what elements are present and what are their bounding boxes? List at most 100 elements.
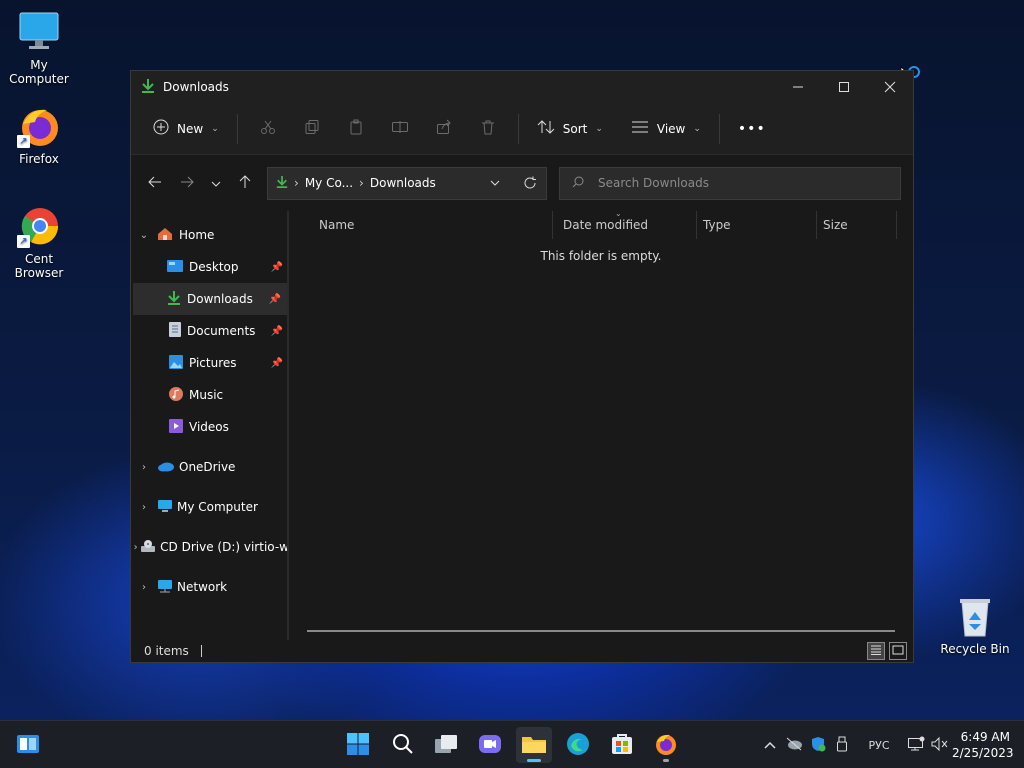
chevron-right-icon[interactable]: › <box>131 542 140 553</box>
cut-button[interactable] <box>248 112 288 146</box>
volume-tray-button[interactable] <box>928 733 952 757</box>
onedrive-tray-button[interactable] <box>782 733 806 757</box>
sidebar-item-label: CD Drive (D:) virtio-w <box>160 540 289 554</box>
share-icon <box>436 119 452 138</box>
new-button[interactable]: New ⌄ <box>145 112 227 146</box>
refresh-icon[interactable] <box>514 176 546 190</box>
horizontal-scrollbar[interactable] <box>307 630 895 632</box>
sidebar-item-downloads[interactable]: Downloads 📌 <box>133 283 287 315</box>
input-language-button[interactable]: РУС <box>854 733 904 757</box>
toolbar-divider <box>718 113 720 144</box>
title-bar[interactable]: Downloads <box>131 71 913 103</box>
security-tray-button[interactable] <box>806 733 830 757</box>
task-view-button[interactable] <box>428 727 464 763</box>
pin-icon[interactable]: 📌 <box>271 358 283 369</box>
monitor-icon <box>157 499 173 516</box>
widgets-button[interactable] <box>10 727 46 763</box>
breadcrumb-downloads[interactable]: Downloads <box>370 176 436 190</box>
sidebar-item-label: My Computer <box>177 500 258 514</box>
chevron-right-icon[interactable]: › <box>131 502 157 513</box>
clipboard-icon <box>348 119 364 138</box>
paste-button[interactable] <box>336 112 376 146</box>
sidebar-item-desktop[interactable]: Desktop 📌 <box>131 251 289 283</box>
share-button[interactable] <box>424 112 464 146</box>
details-view-button[interactable] <box>867 642 885 660</box>
chat-button[interactable] <box>472 727 508 763</box>
clock[interactable]: 6:49 AM 2/25/2023 <box>952 729 1024 761</box>
sidebar-item-label: OneDrive <box>179 460 236 474</box>
desktop-icon-cent-browser[interactable]: ↗ Cent Browser <box>0 204 78 280</box>
cloud-offline-icon <box>785 737 803 754</box>
taskbar-file-explorer[interactable] <box>516 727 552 763</box>
sort-label: Sort <box>562 121 588 136</box>
column-headers: Name ⌄ Date modified Type Size <box>289 209 913 239</box>
sidebar-item-cd-drive[interactable]: › CD Drive (D:) virtio-w <box>131 531 289 563</box>
taskbar-edge[interactable] <box>560 727 596 763</box>
taskbar-firefox[interactable] <box>648 727 684 763</box>
desktop-icon-firefox[interactable]: ↗ Firefox <box>0 104 78 166</box>
breadcrumb-my-computer[interactable]: My Co... <box>305 176 353 190</box>
forward-button[interactable] <box>171 167 203 199</box>
sidebar-item-videos[interactable]: Videos <box>131 411 289 443</box>
taskbar-store[interactable] <box>604 727 640 763</box>
sidebar-item-label: Network <box>177 580 228 594</box>
sidebar-item-network[interactable]: › Network <box>131 571 289 603</box>
desktop-icon-my-computer[interactable]: My Computer <box>0 10 78 86</box>
search-icon <box>392 733 414 758</box>
up-button[interactable] <box>229 167 261 199</box>
sidebar-item-pictures[interactable]: Pictures 📌 <box>131 347 289 379</box>
show-hidden-icons-button[interactable] <box>758 733 782 757</box>
pin-icon[interactable]: 📌 <box>271 262 283 273</box>
pin-icon[interactable]: 📌 <box>271 326 283 337</box>
chevron-up-icon <box>764 739 776 752</box>
address-dropdown-icon[interactable] <box>482 180 508 186</box>
more-options-button[interactable]: ••• <box>730 112 774 146</box>
network-tray-button[interactable] <box>904 733 928 757</box>
copy-button[interactable] <box>292 112 332 146</box>
taskbar: РУС 6:49 AM 2/25/2023 <box>0 720 1024 768</box>
delete-button[interactable] <box>468 112 508 146</box>
scissors-icon <box>260 119 276 138</box>
maximize-button[interactable] <box>821 71 867 103</box>
sidebar-item-label: Documents <box>187 324 256 338</box>
close-button[interactable] <box>867 71 913 103</box>
search-input[interactable]: Search Downloads <box>598 176 709 190</box>
desktop-icon-label: My Computer <box>9 58 69 86</box>
chevron-down-icon[interactable]: ⌄ <box>131 230 157 241</box>
trash-icon <box>480 119 496 138</box>
shortcut-arrow-icon: ↗ <box>17 235 30 248</box>
cent-browser-icon: ↗ <box>17 204 61 248</box>
pin-icon[interactable]: 📌 <box>269 294 281 305</box>
address-bar[interactable]: › My Co... › Downloads <box>267 166 547 200</box>
search-taskbar-button[interactable] <box>385 727 421 763</box>
file-list[interactable]: Name ⌄ Date modified Type Size This fold… <box>289 209 913 640</box>
sidebar-item-onedrive[interactable]: › OneDrive <box>131 451 289 483</box>
sidebar-item-home[interactable]: ⌄ Home <box>131 219 289 251</box>
column-date-modified[interactable]: ⌄ Date modified <box>553 209 697 239</box>
chevron-down-icon <box>211 176 221 190</box>
back-button[interactable] <box>139 167 171 199</box>
column-name[interactable]: Name <box>289 211 553 239</box>
desktop-icon-recycle-bin[interactable]: Recycle Bin <box>936 594 1014 656</box>
column-type[interactable]: Type <box>697 211 817 239</box>
view-button[interactable]: View ⌄ <box>623 112 709 146</box>
column-size[interactable]: Size <box>817 211 897 239</box>
sidebar-item-my-computer[interactable]: › My Computer <box>131 491 289 523</box>
document-icon <box>169 322 181 340</box>
minimize-button[interactable] <box>775 71 821 103</box>
start-button[interactable] <box>340 727 376 763</box>
rename-button[interactable] <box>380 112 420 146</box>
search-box[interactable]: Search Downloads <box>559 166 901 200</box>
navigation-bar: › My Co... › Downloads Search Downloads <box>131 155 913 211</box>
recent-locations-button[interactable] <box>203 167 229 199</box>
chevron-right-icon[interactable]: › <box>131 462 157 473</box>
system-tray: РУС 6:49 AM 2/25/2023 <box>758 721 1024 768</box>
arrow-up-icon <box>239 174 251 192</box>
sidebar-item-documents[interactable]: Documents 📌 <box>131 315 289 347</box>
arrow-right-icon <box>180 176 194 191</box>
usb-tray-button[interactable] <box>830 733 854 757</box>
chevron-right-icon[interactable]: › <box>131 582 157 593</box>
sidebar-item-music[interactable]: Music <box>131 379 289 411</box>
sort-button[interactable]: Sort ⌄ <box>529 112 611 146</box>
large-icons-view-button[interactable] <box>889 642 907 660</box>
